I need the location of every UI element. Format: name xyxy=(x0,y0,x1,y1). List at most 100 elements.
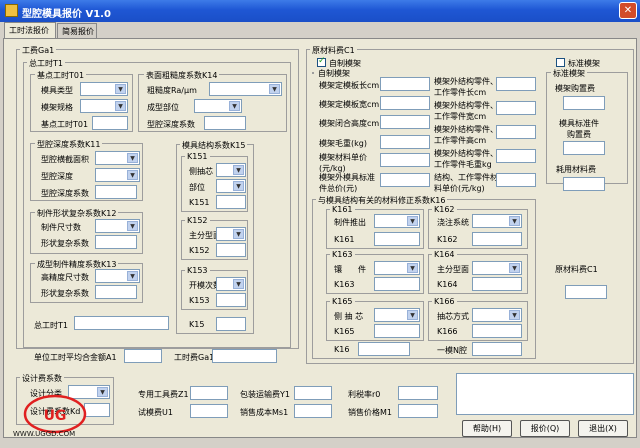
hour-fee-input[interactable] xyxy=(212,349,277,363)
std-frame-checkbox[interactable] xyxy=(556,58,565,67)
group-total-label: 总工时T1 xyxy=(27,58,65,69)
notes-textarea[interactable] xyxy=(456,373,634,415)
cavity-count-label: 一模N腔 xyxy=(437,346,467,355)
frame-wid-input[interactable] xyxy=(380,96,430,110)
quote-button[interactable]: 报价(Q) xyxy=(520,420,570,437)
ext-len-input[interactable] xyxy=(496,77,536,91)
depth-coef-input[interactable] xyxy=(95,185,137,199)
k163-label: K163 xyxy=(334,280,355,289)
cavity-depth-select[interactable]: ▼ xyxy=(95,168,140,182)
core-method-label: 抽芯方式 xyxy=(437,312,469,321)
material-fee-input[interactable] xyxy=(565,285,607,299)
base-hours-input[interactable] xyxy=(92,116,128,130)
frame-total-input[interactable] xyxy=(380,173,430,187)
precision-dims-select[interactable]: ▼ xyxy=(95,269,140,283)
k165-input[interactable] xyxy=(374,324,420,338)
watermark-url: WWW.UGGD.COM xyxy=(13,430,75,438)
cross-area-label: 型腔横截面积 xyxy=(41,155,89,164)
help-button[interactable]: 帮助(H) xyxy=(462,420,512,437)
precision-coef-input[interactable] xyxy=(95,285,137,299)
mold-spec-select[interactable]: ▼ xyxy=(80,99,128,113)
cross-area-select[interactable]: ▼ xyxy=(95,151,140,165)
group-design-label: 设计费系数 xyxy=(20,373,64,384)
frame-len-input[interactable] xyxy=(380,77,430,91)
chevron-down-icon: ▼ xyxy=(127,271,138,281)
position-select[interactable]: ▼ xyxy=(216,179,246,193)
k153-input[interactable] xyxy=(216,293,246,307)
frame-wt-label: 模架毛重(kg) xyxy=(319,139,367,148)
profit-input[interactable] xyxy=(398,386,438,400)
shape-coef-input[interactable] xyxy=(95,235,137,249)
mold-type-select[interactable]: ▼ xyxy=(80,82,128,96)
window-title: 型腔模具报价 V1.0 xyxy=(22,9,111,20)
ejection-label: 制件推出 xyxy=(334,218,366,227)
insert-select[interactable]: ▼ xyxy=(374,261,420,275)
frame-total-label: 模架外模具标准件总价(元) xyxy=(319,173,375,193)
chevron-down-icon: ▼ xyxy=(127,153,138,163)
gate-select[interactable]: ▼ xyxy=(472,214,522,228)
tab-hour-method[interactable]: 工时法报价 xyxy=(4,22,56,39)
base-hours-label: 基点工时T01 xyxy=(41,120,89,129)
cavity-part-select[interactable]: ▼ xyxy=(194,99,242,113)
sale-price-input[interactable] xyxy=(398,404,438,418)
std-parts-input[interactable] xyxy=(563,141,605,155)
rough-coef-input[interactable] xyxy=(204,116,246,130)
k15-input[interactable] xyxy=(216,317,246,331)
core-method-select[interactable]: ▼ xyxy=(472,308,522,322)
close-button[interactable]: ✕ xyxy=(619,2,637,19)
frame-h-input[interactable] xyxy=(380,115,430,129)
avg-cost-input[interactable] xyxy=(124,349,162,363)
side-core-k-select[interactable]: ▼ xyxy=(374,308,420,322)
side-core-select[interactable]: ▼ xyxy=(216,163,246,177)
k161-input[interactable] xyxy=(374,232,420,246)
parting-surface-select[interactable]: ▼ xyxy=(472,261,522,275)
ext-wt-input[interactable] xyxy=(496,149,536,163)
pack-fee-input[interactable] xyxy=(294,386,332,400)
tool-fee-input[interactable] xyxy=(190,386,228,400)
use-fee-label: 耗用材料费 xyxy=(556,165,596,174)
frame-price-input[interactable] xyxy=(380,153,430,167)
tab-simple[interactable]: 简易报价 xyxy=(57,23,97,38)
ext-wid-label: 模架外结构零件、工作零件宽cm xyxy=(434,101,498,121)
k166-input[interactable] xyxy=(472,324,522,338)
mold-type-label: 模具类型 xyxy=(41,86,73,95)
chevron-down-icon: ▼ xyxy=(509,263,520,273)
cavity-depth-label: 型腔深度 xyxy=(41,172,73,181)
chevron-down-icon: ▼ xyxy=(509,310,520,320)
use-fee-input[interactable] xyxy=(563,177,605,191)
sales-cost-input[interactable] xyxy=(294,404,332,418)
roughness-select[interactable]: ▼ xyxy=(209,82,282,96)
self-frame-checkbox[interactable] xyxy=(317,56,326,67)
ejection-select[interactable]: ▼ xyxy=(374,214,420,228)
k151-input[interactable] xyxy=(216,195,246,209)
side-core-label: 侧抽芯 xyxy=(189,167,213,176)
ext-wid-input[interactable] xyxy=(496,101,536,115)
gate-label: 浇注系统 xyxy=(437,218,469,227)
chevron-down-icon: ▼ xyxy=(115,101,126,111)
chevron-down-icon: ▼ xyxy=(233,165,244,175)
app-icon xyxy=(5,4,18,17)
trial-fee-input[interactable] xyxy=(190,404,228,418)
chevron-down-icon: ▼ xyxy=(269,84,280,94)
ext-h-input[interactable] xyxy=(496,125,536,139)
chevron-down-icon: ▼ xyxy=(233,229,244,239)
frame-wt-input[interactable] xyxy=(380,135,430,149)
k162-input[interactable] xyxy=(472,232,522,246)
total-hours-input[interactable] xyxy=(74,316,169,330)
k16-input[interactable] xyxy=(358,342,410,356)
k163-input[interactable] xyxy=(374,277,420,291)
part-size-select[interactable]: ▼ xyxy=(95,219,140,233)
k164-input[interactable] xyxy=(472,277,522,291)
exit-button[interactable]: 退出(X) xyxy=(578,420,628,437)
frame-buy-input[interactable] xyxy=(563,96,605,110)
group-roughness-label: 表面粗糙度系数K14 xyxy=(144,70,220,81)
k152-input[interactable] xyxy=(216,243,246,257)
open-count-select[interactable]: ▼ xyxy=(216,277,246,291)
group-structure-label: 模具结构系数K15 xyxy=(180,140,248,151)
precision-coef-label: 形状复杂系数 xyxy=(41,289,89,298)
hour-fee-label: 工时费Ga1 xyxy=(174,353,215,362)
chevron-down-icon: ▼ xyxy=(233,279,244,289)
cavity-count-input[interactable] xyxy=(472,342,522,356)
ext-price-input[interactable] xyxy=(496,173,536,187)
parting-select[interactable]: ▼ xyxy=(216,227,246,241)
